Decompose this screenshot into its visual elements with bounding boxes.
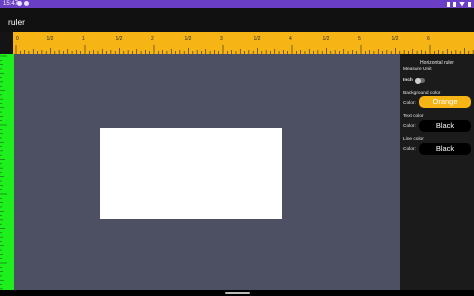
background-color-button[interactable]: Orange [419,96,471,108]
panel-title: Horizontal ruler [420,60,454,66]
line-color-button[interactable]: Black [419,143,471,155]
toggle-knob [415,77,421,84]
ruler-half-label: 1/2 [47,36,54,42]
text-color-label: Text color [403,114,424,119]
ruler-inch-label: 1 [82,36,85,42]
ruler-half-label: 1/2 [323,36,330,42]
unit-toggle[interactable] [415,77,425,84]
navigation-bar [0,290,474,296]
vibrate-icon [453,1,456,7]
status-time: 15:47 [3,1,19,7]
vertical-ruler[interactable] [0,54,14,290]
ruler-half-label: 1/2 [185,36,192,42]
ruler-corner [0,32,13,54]
ruler-inch-label: 2 [151,36,154,42]
ruler-inch-label: 4 [289,36,292,42]
text-color-button[interactable]: Black [419,120,471,132]
measure-canvas[interactable] [14,54,400,290]
ruler-inch-label: 3 [220,36,223,42]
status-icons [447,0,471,8]
battery-icon [468,1,471,7]
bluetooth-icon [447,1,450,7]
measure-unit-label: Measure Unit [403,67,432,72]
screen: 15:47 ruler 0 1/2 1 1/2 2 1/2 3 1/2 4 1/2 5 1/2 6 Ho… [0,0,474,296]
settings-notification-icon [17,1,22,6]
ruler-origin-label: 0 [16,36,19,42]
settings-panel: Horizontal ruler Measure Unit Inch Backg… [400,54,474,290]
ruler-half-label: 1/2 [392,36,399,42]
wifi-icon [459,1,465,7]
text-color-field-label: Color: [403,124,416,129]
app-bar: ruler [0,8,474,32]
horizontal-ruler[interactable]: 0 1/2 1 1/2 2 1/2 3 1/2 4 1/2 5 1/2 6 [13,32,474,54]
notification-icons [17,1,29,6]
line-color-field-label: Color: [403,147,416,152]
horizontal-ruler-scale: 0 1/2 1 1/2 2 1/2 3 1/2 4 1/2 5 1/2 6 [15,36,474,54]
ruler-inch-label: 5 [358,36,361,42]
home-handle[interactable] [225,292,250,294]
app-title: ruler [8,17,26,27]
ruler-half-label: 1/2 [116,36,123,42]
ruler-inch-label: 6 [427,36,430,42]
status-bar: 15:47 [0,0,474,8]
unit-value-label: Inch [403,78,413,83]
vertical-ruler-scale [0,55,7,290]
background-color-field-label: Color: [403,101,416,106]
line-color-label: Line color [403,137,424,142]
ruler-half-label: 1/2 [254,36,261,42]
measure-area[interactable] [100,128,282,219]
app-notification-icon [24,1,29,6]
